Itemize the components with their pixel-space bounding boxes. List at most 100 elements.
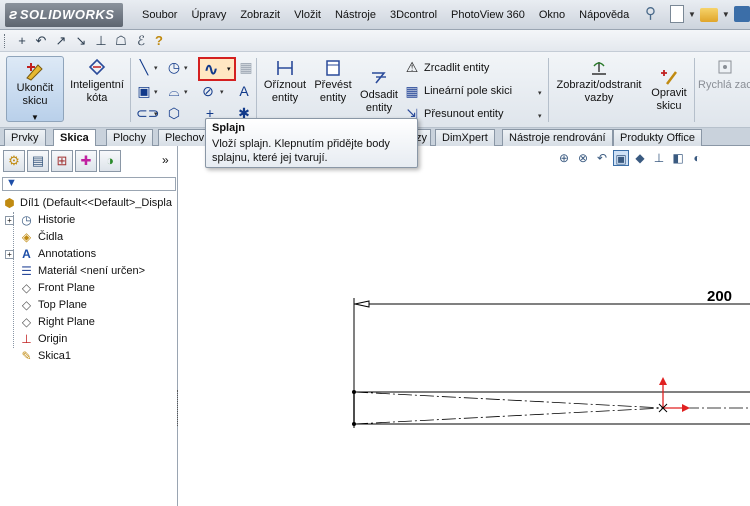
centerline	[353, 407, 664, 425]
repair-sketch-button[interactable]: Opravit skicu	[646, 64, 692, 113]
tab-surfaces[interactable]: Plochy	[106, 129, 154, 146]
feature-tree-filter[interactable]: ▼	[2, 177, 176, 191]
rectangle-icon[interactable]: ▣	[136, 83, 152, 99]
tab-office-products[interactable]: Produkty Office	[613, 129, 702, 146]
menu-tools[interactable]: Nástroje	[328, 0, 383, 30]
sensors-icon: ◈	[21, 230, 32, 244]
tree-item-annotations[interactable]: + A Annotations	[2, 246, 178, 263]
convert-entities-button[interactable]: Převést entity	[310, 56, 356, 105]
tree-root[interactable]: ⬢ Díl1 (Default<<Default>_Displa	[2, 195, 178, 212]
menu-3dcontrol[interactable]: 3Dcontrol	[383, 0, 444, 30]
menu-help[interactable]: Nápověda	[572, 0, 636, 30]
tree-item-label: Historie	[38, 214, 76, 226]
menu-view[interactable]: Zobrazit	[233, 0, 287, 30]
open-folder-icon[interactable]	[699, 8, 718, 22]
angled-line-icon[interactable]: ↘	[73, 32, 89, 50]
chevron-down-icon[interactable]: ▾	[184, 88, 188, 96]
circle-icon[interactable]: ◷	[166, 59, 182, 75]
chevron-down-icon[interactable]: ▾	[538, 89, 542, 97]
configuration-manager-icon[interactable]: ⊞	[51, 150, 73, 172]
move-entities-button[interactable]: Přesunout entity	[424, 108, 504, 120]
sketch-point	[352, 390, 356, 394]
menu-edit[interactable]: Úpravy	[184, 0, 233, 30]
line-icon[interactable]: ╲	[136, 59, 152, 75]
chevron-down-icon[interactable]: ▾	[538, 112, 542, 120]
chevron-down-icon[interactable]: ▾	[184, 64, 188, 72]
spline-button[interactable]: ∿ ▾	[198, 57, 236, 81]
chevron-down-icon[interactable]: ▾	[154, 88, 158, 96]
feature-tree-icon[interactable]: ⚙	[3, 150, 25, 172]
spline-icon: ∿	[204, 60, 219, 79]
tree-item-label: Right Plane	[38, 316, 95, 328]
exit-sketch-button[interactable]: Ukončit skicu ▼	[6, 56, 64, 122]
tree-item-right-plane[interactable]: ◇ Right Plane	[2, 314, 178, 331]
perpendicular-icon[interactable]: ⊥	[93, 32, 109, 50]
line-icon[interactable]: ↗	[53, 32, 69, 50]
property-manager-icon[interactable]: ▤	[27, 150, 49, 172]
toolbar-grip[interactable]	[4, 34, 7, 48]
chevron-down-icon[interactable]: ▼	[7, 111, 63, 124]
menu-photoview[interactable]: PhotoView 360	[444, 0, 532, 30]
spline-tooltip: Splajn Vloží splajn. Klepnutím přidějte …	[205, 118, 418, 168]
tree-item-material[interactable]: ☰ Materiál <není určen>	[2, 263, 178, 280]
chevron-down-icon[interactable]: ▼	[688, 4, 696, 26]
plane-icon: ◇	[21, 281, 32, 295]
tab-sketch[interactable]: Skica	[53, 129, 96, 147]
trim-entities-button[interactable]: Oříznout entity	[262, 56, 308, 105]
polygon-icon[interactable]: ⬡	[166, 105, 182, 121]
title-toolbar: ▼ ▼	[642, 4, 750, 26]
menu-file[interactable]: Soubor	[138, 0, 184, 30]
tree-item-origin[interactable]: ⊥ Origin	[2, 331, 178, 348]
chevron-down-icon[interactable]: ▾	[220, 88, 224, 96]
tree-root-label: Díl1 (Default<<Default>_Displa	[20, 197, 172, 209]
expand-panel-icon[interactable]: »	[162, 153, 169, 167]
help-icon[interactable]: ?	[151, 32, 167, 50]
convert-label: Převést entity	[314, 79, 352, 104]
tree-item-front-plane[interactable]: ◇ Front Plane	[2, 280, 178, 297]
ellipse-icon[interactable]: ⊘	[200, 83, 216, 99]
save-icon[interactable]	[733, 6, 750, 22]
arc-icon[interactable]: ↶	[33, 32, 49, 50]
graphics-area[interactable]: ⊕ ⊗ ↶ ▣ ◆ ⊥ ◧ ◐ 200	[179, 146, 750, 506]
display-manager-icon[interactable]: ◑	[99, 150, 121, 172]
dimension-value[interactable]: 200	[707, 288, 732, 305]
tab-render-tools[interactable]: Nástroje rendrování	[502, 129, 613, 146]
annotations-icon: A	[22, 247, 31, 261]
sketch-point-icon[interactable]: +	[14, 32, 30, 50]
chevron-down-icon[interactable]: ▾	[154, 64, 158, 72]
menu-window[interactable]: Okno	[532, 0, 572, 30]
shape-icon[interactable]: ☖	[113, 32, 129, 50]
tab-dimxpert[interactable]: DimXpert	[435, 129, 495, 146]
arc-icon[interactable]: ⌓	[166, 83, 182, 99]
tree-item-sensors[interactable]: ◈ Čidla	[2, 229, 178, 246]
origin-x-arrow	[682, 404, 690, 412]
smart-dimension-button[interactable]: Inteligentní kóta	[66, 56, 128, 105]
tree-item-history[interactable]: + ◷ Historie	[2, 212, 178, 229]
pin-icon[interactable]	[642, 4, 662, 24]
tree-item-label: Front Plane	[38, 282, 95, 294]
mirror-entities-button[interactable]: Zrcadlit entity	[424, 62, 489, 74]
tree-item-sketch1[interactable]: ✎ Skica1	[2, 348, 178, 365]
dimxpert-manager-icon[interactable]: ✚	[75, 150, 97, 172]
quick-snaps-button[interactable]: Rychlá zachytávání	[697, 56, 750, 92]
display-delete-relations-button[interactable]: Zobrazit/odstranit vazby	[552, 56, 646, 105]
slot-icon[interactable]: ⊂⊃	[136, 105, 159, 121]
linear-pattern-button[interactable]: Lineární pole skici	[424, 85, 512, 97]
expand-icon[interactable]: +	[5, 216, 14, 225]
separator	[694, 58, 695, 122]
offset-entities-button[interactable]: Odsadit entity	[356, 66, 402, 115]
feature-manager-tabs: ⚙ ▤ ⊞ ✚ ◑ »	[0, 150, 178, 174]
tab-features[interactable]: Prvky	[4, 129, 46, 146]
tab-sheet-metal[interactable]: Plechov	[158, 129, 212, 146]
tree-item-top-plane[interactable]: ◇ Top Plane	[2, 297, 178, 314]
expand-icon[interactable]: +	[5, 250, 14, 259]
chevron-down-icon[interactable]: ▾	[154, 110, 158, 118]
grid-icon[interactable]: ▦	[238, 59, 254, 75]
text-icon[interactable]: A	[236, 83, 252, 99]
feature-manager-panel: ⚙ ▤ ⊞ ✚ ◑ » ▼ ⬢ Díl1 (Default<<Default>_…	[0, 146, 178, 506]
menu-insert[interactable]: Vložit	[287, 0, 328, 30]
chevron-down-icon[interactable]: ▼	[722, 4, 730, 26]
chevron-down-icon[interactable]: ▾	[227, 65, 231, 73]
relation-icon[interactable]: ℰ	[133, 32, 149, 50]
new-document-icon[interactable]	[670, 5, 684, 23]
